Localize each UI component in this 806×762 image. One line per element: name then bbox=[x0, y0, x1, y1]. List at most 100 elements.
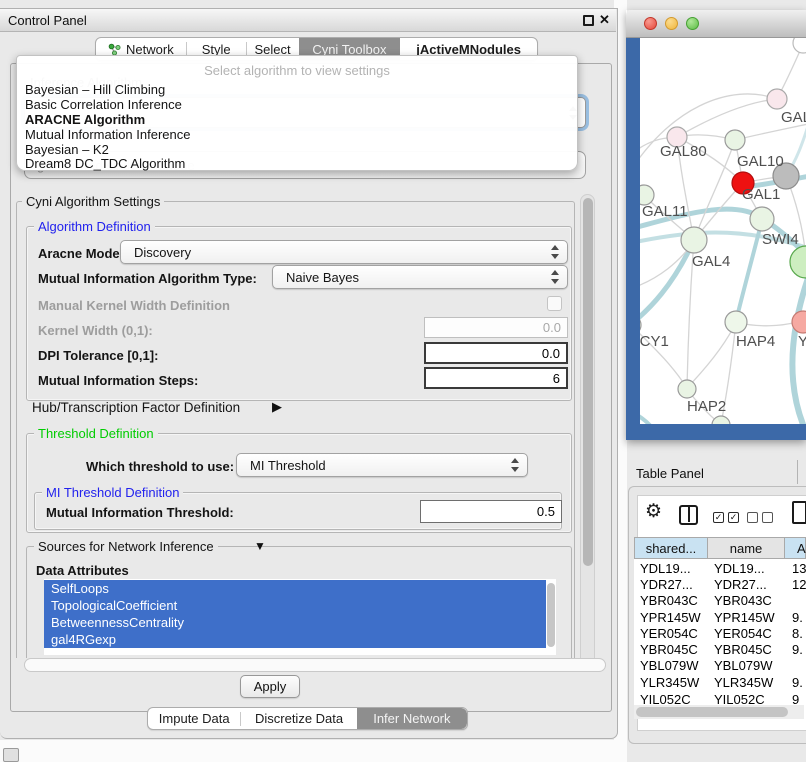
apply-button[interactable]: Apply bbox=[240, 675, 300, 698]
node-label: SWI4 bbox=[762, 231, 799, 248]
list-scrollbar-thumb[interactable] bbox=[547, 583, 555, 647]
node-label: GCY1 bbox=[640, 333, 669, 350]
table-panel-header-divider bbox=[797, 460, 798, 484]
close-icon[interactable]: ✕ bbox=[599, 12, 610, 28]
node-hap2[interactable] bbox=[678, 380, 696, 398]
node[interactable] bbox=[793, 38, 806, 53]
kernel-width-field[interactable]: 0.0 bbox=[424, 317, 568, 338]
data-attributes-label: Data Attributes bbox=[36, 563, 129, 578]
control-panel-title: Control Panel bbox=[8, 13, 87, 28]
edge bbox=[735, 124, 806, 140]
table-row[interactable]: YPR145W YPR145W 9. bbox=[634, 610, 806, 626]
algorithm-dropdown-popup: Select algorithm to view settings Bayesi… bbox=[16, 55, 578, 171]
tab-impute-data[interactable]: Impute Data bbox=[148, 708, 240, 729]
list-item[interactable]: BetweennessCentrality bbox=[44, 614, 546, 631]
dpi-tolerance-field[interactable]: 0.0 bbox=[424, 342, 568, 364]
tab-discretize-data[interactable]: Discretize Data bbox=[241, 708, 356, 729]
table-row[interactable]: YBL079W YBL079W bbox=[634, 658, 806, 674]
list-item[interactable]: SelfLoops bbox=[44, 580, 546, 597]
node-left-green[interactable] bbox=[640, 185, 654, 205]
cell: YBR043C bbox=[714, 593, 772, 608]
dropdown-item[interactable]: Mutual Information Inference bbox=[25, 127, 190, 142]
table-row[interactable]: YBR045C YBR045C 9. bbox=[634, 642, 806, 658]
table-row[interactable]: YIL052C YIL052C 9 bbox=[634, 692, 806, 705]
cell: YBR045C bbox=[640, 642, 698, 657]
cell: YER054C bbox=[640, 626, 698, 641]
dropdown-item[interactable]: Dream8 DC_TDC Algorithm bbox=[25, 156, 185, 171]
dropdown-item[interactable]: Basic Correlation Inference bbox=[25, 97, 182, 112]
expanded-arrow-icon[interactable]: ▼ bbox=[254, 539, 266, 553]
algorithm-definition-title: Algorithm Definition bbox=[34, 219, 155, 234]
dropdown-item[interactable]: Bayesian – Hill Climbing bbox=[25, 82, 165, 97]
edge bbox=[640, 240, 694, 328]
node-label: GAL80 bbox=[660, 143, 707, 160]
column-header-name[interactable]: name bbox=[707, 537, 785, 559]
table-scrollbar-thumb[interactable] bbox=[636, 707, 788, 717]
zoom-traffic-light[interactable] bbox=[686, 17, 699, 30]
cell: 8. bbox=[792, 626, 803, 641]
aracne-mode-combobox[interactable]: Discovery bbox=[120, 240, 568, 264]
node-big-green[interactable] bbox=[790, 246, 806, 278]
node-hap4[interactable] bbox=[725, 311, 747, 333]
checked-box-icon[interactable]: ✓ bbox=[728, 512, 739, 523]
aracne-mode-value: Discovery bbox=[134, 245, 191, 260]
dock-icon[interactable] bbox=[3, 748, 19, 762]
mi-threshold-label: Mutual Information Threshold: bbox=[46, 505, 234, 520]
node-swi4[interactable] bbox=[750, 207, 774, 231]
network-canvas-wrap: GAL GAL80 GAL10 GAL1 GAL11 SWI4 GAL4 GCY… bbox=[640, 38, 806, 424]
checked-box-icon[interactable]: ✓ bbox=[713, 512, 724, 523]
kernel-width-label: Kernel Width (0,1): bbox=[38, 323, 153, 338]
document-icon[interactable] bbox=[792, 501, 806, 524]
mi-steps-field[interactable]: 6 bbox=[424, 367, 568, 389]
mi-algorithm-type-combobox[interactable]: Naive Bayes bbox=[272, 265, 568, 289]
gear-icon[interactable]: ⚙ bbox=[645, 502, 662, 521]
hub-section-label[interactable]: Hub/Transcription Factor Definition bbox=[32, 400, 240, 415]
cell: 12 bbox=[792, 577, 806, 592]
mi-threshold-field[interactable]: 0.5 bbox=[420, 500, 562, 523]
network-icon bbox=[108, 43, 121, 56]
which-threshold-combobox[interactable]: MI Threshold bbox=[236, 453, 528, 477]
table-row[interactable]: YDR27... YDR27... 12 bbox=[634, 577, 806, 593]
mi-algorithm-type-label: Mutual Information Algorithm Type: bbox=[38, 271, 257, 286]
node-label: HAP4 bbox=[736, 333, 775, 350]
tab-infer-network-label: Infer Network bbox=[373, 711, 450, 726]
bottom-tabbar: Impute Data Discretize Data Infer Networ… bbox=[147, 707, 468, 730]
collapsed-arrow-icon[interactable]: ▶ bbox=[272, 399, 282, 415]
node-gal4[interactable] bbox=[681, 227, 707, 253]
node-bottom[interactable] bbox=[712, 416, 730, 424]
settings-horizontal-scrollbar[interactable] bbox=[24, 658, 606, 672]
unchecked-box-icon[interactable] bbox=[762, 512, 773, 523]
settings-vertical-scrollbar[interactable] bbox=[580, 194, 595, 667]
close-traffic-light[interactable] bbox=[644, 17, 657, 30]
network-graph[interactable]: GAL GAL80 GAL10 GAL1 GAL11 SWI4 GAL4 GCY… bbox=[640, 38, 806, 424]
node-label: GAL bbox=[781, 109, 806, 126]
table-row[interactable]: YDL19... YDL19... 13 bbox=[634, 561, 806, 577]
network-window-titlebar[interactable] bbox=[626, 10, 806, 38]
column-header-partial[interactable]: A bbox=[784, 537, 806, 559]
settings-scrollbar-thumb[interactable] bbox=[583, 198, 593, 566]
cell: YLR345W bbox=[640, 675, 699, 690]
node-gal10[interactable] bbox=[725, 130, 745, 150]
list-item[interactable]: TopologicalCoefficient bbox=[44, 597, 546, 614]
dropdown-item-highlighted[interactable]: ARACNE Algorithm bbox=[25, 112, 145, 127]
apply-button-label: Apply bbox=[254, 679, 287, 694]
column-view-icon[interactable] bbox=[679, 505, 698, 525]
float-icon[interactable] bbox=[583, 15, 594, 26]
node-gal-partial[interactable] bbox=[767, 89, 787, 109]
unchecked-box-icon[interactable] bbox=[747, 512, 758, 523]
table-row[interactable]: YBR043C YBR043C bbox=[634, 593, 806, 609]
edge bbox=[677, 99, 777, 137]
manual-kernel-width-checkbox[interactable] bbox=[547, 296, 562, 311]
background-gap-bottom bbox=[0, 740, 614, 762]
data-attributes-list[interactable]: SelfLoops TopologicalCoefficient Between… bbox=[44, 579, 556, 655]
tab-infer-network[interactable]: Infer Network bbox=[357, 708, 467, 729]
table-horizontal-scrollbar[interactable] bbox=[634, 705, 804, 719]
minimize-traffic-light[interactable] bbox=[665, 17, 678, 30]
table-row[interactable]: YER054C YER054C 8. bbox=[634, 626, 806, 642]
column-header-shared[interactable]: shared... bbox=[634, 537, 708, 559]
dropdown-item[interactable]: Bayesian – K2 bbox=[25, 142, 109, 157]
control-panel-window: Control Panel ✕ Network Style Select Cyn… bbox=[0, 8, 618, 739]
list-item[interactable]: gal4RGexp bbox=[44, 631, 546, 648]
table-row[interactable]: YLR345W YLR345W 9. bbox=[634, 675, 806, 691]
manual-kernel-width-label: Manual Kernel Width Definition bbox=[38, 298, 230, 313]
